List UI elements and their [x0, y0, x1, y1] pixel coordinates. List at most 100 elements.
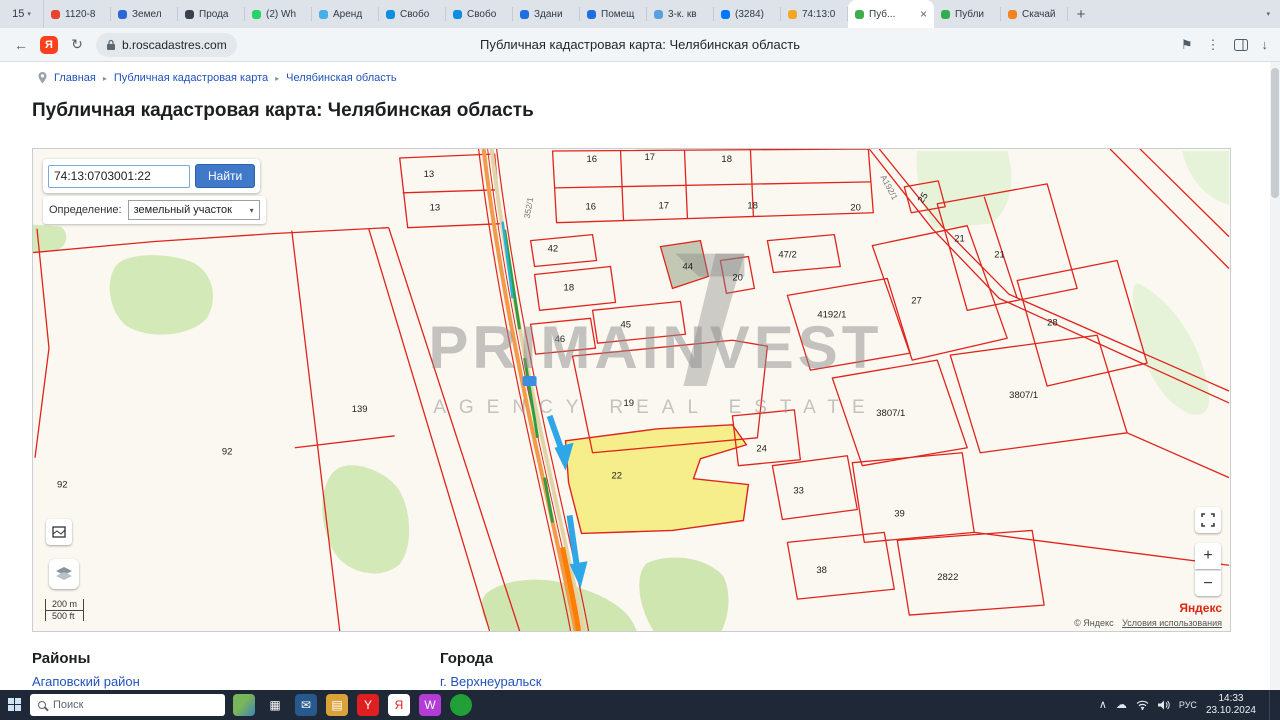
tab-favicon — [520, 9, 529, 19]
parcel-label: 16 — [586, 202, 597, 213]
tab-counter[interactable]: 15 ▾ — [0, 0, 44, 28]
url-text: b.roscadastres.com — [122, 37, 227, 52]
road-label: 352/1 — [522, 196, 536, 219]
browser-tab[interactable]: 74:13:0 — [781, 0, 848, 28]
breadcrumb-section-link[interactable]: Публичная кадастровая карта — [114, 72, 268, 84]
districts-title: Районы — [32, 650, 91, 667]
browser-tab[interactable]: 3-к. кв — [647, 0, 714, 28]
breadcrumb-separator-icon: ▸ — [275, 73, 280, 83]
parcel-label: 20 — [850, 203, 861, 214]
files-app[interactable]: ▤ — [326, 694, 348, 716]
language-indicator[interactable]: РУС — [1179, 700, 1197, 710]
browser-tab[interactable]: 1120-8 — [44, 0, 111, 28]
browser-tab[interactable]: Земел — [111, 0, 178, 28]
cadastral-map[interactable]: 352/1 А192/1 13 13 16 16 17 17 18 18 20 21 21 25 27 28… — [32, 148, 1231, 632]
wifi-icon[interactable] — [1136, 700, 1149, 710]
start-button[interactable] — [8, 698, 22, 712]
parcel-label: 45 — [621, 319, 632, 330]
menu-kebab-icon[interactable]: ⋮ — [1207, 37, 1220, 53]
tab-close-icon[interactable]: × — [920, 7, 927, 21]
tab-favicon — [386, 9, 395, 19]
browser-tab[interactable]: Здани — [513, 0, 580, 28]
task-view[interactable]: ▦ — [264, 694, 286, 716]
taskbar-search[interactable]: Поиск — [30, 694, 225, 716]
definition-panel: Определение: земельный участок ▾ — [43, 196, 266, 224]
scrollbar-thumb[interactable] — [1271, 68, 1279, 198]
lock-icon — [107, 39, 115, 50]
parcel-label: 47/2 — [778, 250, 796, 261]
tab-favicon — [941, 9, 950, 19]
taskbar: Поиск ▦ ✉ ▤ Y Я W ∧ ☁ РУС 14:33 23.10.2024 — [0, 690, 1280, 720]
page-scrollbar[interactable] — [1270, 62, 1280, 690]
fullscreen-button[interactable] — [1195, 507, 1221, 533]
browser-tab[interactable]: Помещ — [580, 0, 647, 28]
district-link[interactable]: Агаповский район — [32, 674, 140, 689]
parcel-label: 19 — [624, 398, 635, 409]
measure-button[interactable] — [46, 519, 72, 545]
mail-app[interactable]: ✉ — [295, 694, 317, 716]
parcel-label: 44 — [682, 262, 693, 273]
parcel-label: 13 — [430, 203, 441, 214]
find-button[interactable]: Найти — [195, 164, 256, 188]
road-labels: 352/1 А192/1 — [522, 173, 900, 219]
map-attribution: © Яндекс Условия использования — [1074, 618, 1222, 628]
parcel-label: 20 — [732, 272, 743, 283]
tab-title: Помещ — [601, 8, 635, 20]
wildberries-app[interactable]: W — [419, 694, 441, 716]
browser-tab-strip: 15 ▾ 1120-8 Земел Прода (2) Wh Аренд Свобо Сво… — [0, 0, 1280, 28]
layers-icon — [56, 567, 72, 580]
tab-favicon — [587, 9, 596, 19]
object-type-select[interactable]: земельный участок ▾ — [127, 200, 260, 220]
new-tab-button[interactable]: + — [1068, 0, 1094, 28]
bookmark-flag-icon[interactable]: ⚑ — [1181, 37, 1193, 53]
zoom-in-button[interactable]: + — [1195, 543, 1221, 569]
download-icon[interactable]: ↓ — [1262, 37, 1269, 52]
show-desktop-button[interactable] — [1269, 690, 1272, 720]
parcel-label: 22 — [612, 471, 623, 482]
browser-tab[interactable]: Пуб... × — [848, 0, 934, 28]
tab-favicon — [185, 9, 194, 19]
tabs-container: 1120-8 Земел Прода (2) Wh Аренд Свобо Свобо Зда… — [44, 0, 1068, 28]
browser-tab[interactable]: (2) Wh — [245, 0, 312, 28]
parcel-label: 42 — [548, 244, 559, 255]
map-sheet-icon — [52, 526, 66, 538]
city-link[interactable]: г. Верхнеуральск — [440, 674, 542, 689]
parcel-label: 18 — [564, 282, 575, 293]
marketplace-app[interactable] — [450, 694, 472, 716]
browser-tab[interactable]: Аренд — [312, 0, 379, 28]
taskbar-search-label: Поиск — [53, 699, 84, 711]
browser-tab[interactable]: (3284) — [714, 0, 781, 28]
taskbar-clock[interactable]: 14:33 23.10.2024 — [1206, 693, 1256, 718]
parcel-label: 3807/1 — [876, 408, 905, 419]
system-tray: ∧ ☁ РУС 14:33 23.10.2024 — [1099, 690, 1272, 720]
reload-icon[interactable]: ↻ — [68, 36, 86, 53]
browser-tab[interactable]: Скачай — [1001, 0, 1068, 28]
breadcrumb-home-link[interactable]: Главная — [54, 72, 96, 84]
clock-time: 14:33 — [1218, 692, 1244, 704]
url-field[interactable]: b.roscadastres.com — [96, 32, 237, 57]
browser-tab[interactable]: Прода — [178, 0, 245, 28]
tab-count: 15 — [12, 8, 25, 20]
taskbar-apps: ▦ ✉ ▤ Y Я W — [233, 694, 472, 716]
cadastral-number-input[interactable] — [48, 164, 190, 188]
volume-icon[interactable] — [1157, 700, 1170, 710]
sidebar-panel-icon[interactable] — [1233, 38, 1248, 51]
parcel-label: 27 — [911, 295, 922, 306]
tab-list-chevron-icon[interactable]: ▾ — [1266, 10, 1270, 18]
zoom-out-button[interactable]: − — [1195, 570, 1221, 596]
parcel-label: 139 — [352, 404, 368, 415]
browser-tab[interactable]: Публи — [934, 0, 1001, 28]
yandex-logo[interactable]: Яндекс — [1179, 601, 1222, 615]
browser-tab[interactable]: Свобо — [379, 0, 446, 28]
browser-tab[interactable]: Свобо — [446, 0, 513, 28]
widgets-weather[interactable] — [233, 694, 255, 716]
layers-button[interactable] — [49, 559, 79, 589]
tray-chevron-icon[interactable]: ∧ — [1099, 699, 1107, 711]
yandex-browser-icon[interactable]: Я — [40, 35, 58, 54]
back-icon[interactable]: ← — [12, 37, 30, 53]
yandex-browser[interactable]: Y — [357, 694, 379, 716]
yandex-search-app[interactable]: Я — [388, 694, 410, 716]
terms-of-use-link[interactable]: Условия использования — [1122, 618, 1222, 628]
tab-favicon — [252, 9, 261, 19]
cloud-icon[interactable]: ☁ — [1116, 699, 1127, 711]
